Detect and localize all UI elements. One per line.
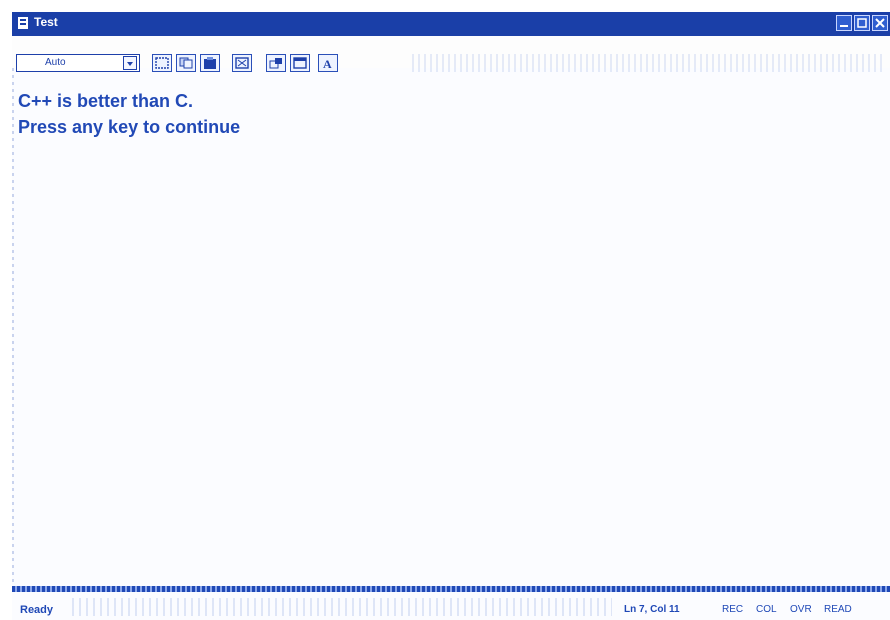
chevron-down-icon [127, 62, 133, 66]
fullscreen-icon [235, 57, 249, 69]
app-icon [18, 17, 28, 29]
status-ready: Ready [20, 604, 54, 616]
left-border [12, 68, 14, 588]
copy-icon [179, 57, 193, 69]
minimize-icon [840, 25, 848, 27]
paste-button[interactable] [200, 54, 220, 72]
font-size-select[interactable]: Auto [16, 54, 140, 72]
status-divider [12, 586, 890, 592]
mark-button[interactable] [152, 54, 172, 72]
font-button[interactable]: A [318, 54, 338, 72]
maximize-button[interactable] [854, 15, 870, 31]
properties-icon [269, 58, 282, 69]
dropdown-button[interactable] [123, 56, 137, 70]
font-icon: A [323, 57, 332, 69]
ovr-indicator: OVR [790, 604, 812, 615]
read-indicator: READ [824, 604, 852, 615]
toolbar: Auto A [12, 40, 890, 72]
fullscreen-button[interactable] [232, 54, 252, 72]
font-glyph: A [323, 57, 332, 69]
window-title: Test [34, 15, 58, 29]
col-indicator: COL [756, 604, 777, 615]
background-button[interactable] [290, 54, 310, 72]
rec-indicator: REC [722, 604, 744, 615]
minimize-button[interactable] [836, 15, 852, 31]
title-bar[interactable]: Test [12, 12, 890, 36]
close-icon [875, 18, 885, 28]
output-line: Press any key to continue [18, 117, 241, 137]
close-button[interactable] [872, 15, 888, 31]
console-window: Test Auto A C++ is better than C. Press … [12, 12, 890, 620]
copy-button[interactable] [176, 54, 196, 72]
background-icon [293, 57, 307, 69]
font-size-value: Auto [45, 57, 66, 68]
mark-icon [155, 57, 169, 69]
toolbar-background [412, 54, 882, 72]
window-controls [836, 15, 888, 31]
maximize-icon [857, 18, 867, 28]
output-line: C++ is better than C. [18, 91, 194, 111]
console-output[interactable]: C++ is better than C. Press any key to c… [18, 88, 878, 140]
status-bar: Ready Ln 7, Col 11 REC COL OVR READ [12, 586, 890, 620]
properties-button[interactable] [266, 54, 286, 72]
status-background [72, 598, 612, 616]
paste-icon [204, 57, 216, 69]
cursor-position: Ln 7, Col 11 [624, 604, 680, 615]
